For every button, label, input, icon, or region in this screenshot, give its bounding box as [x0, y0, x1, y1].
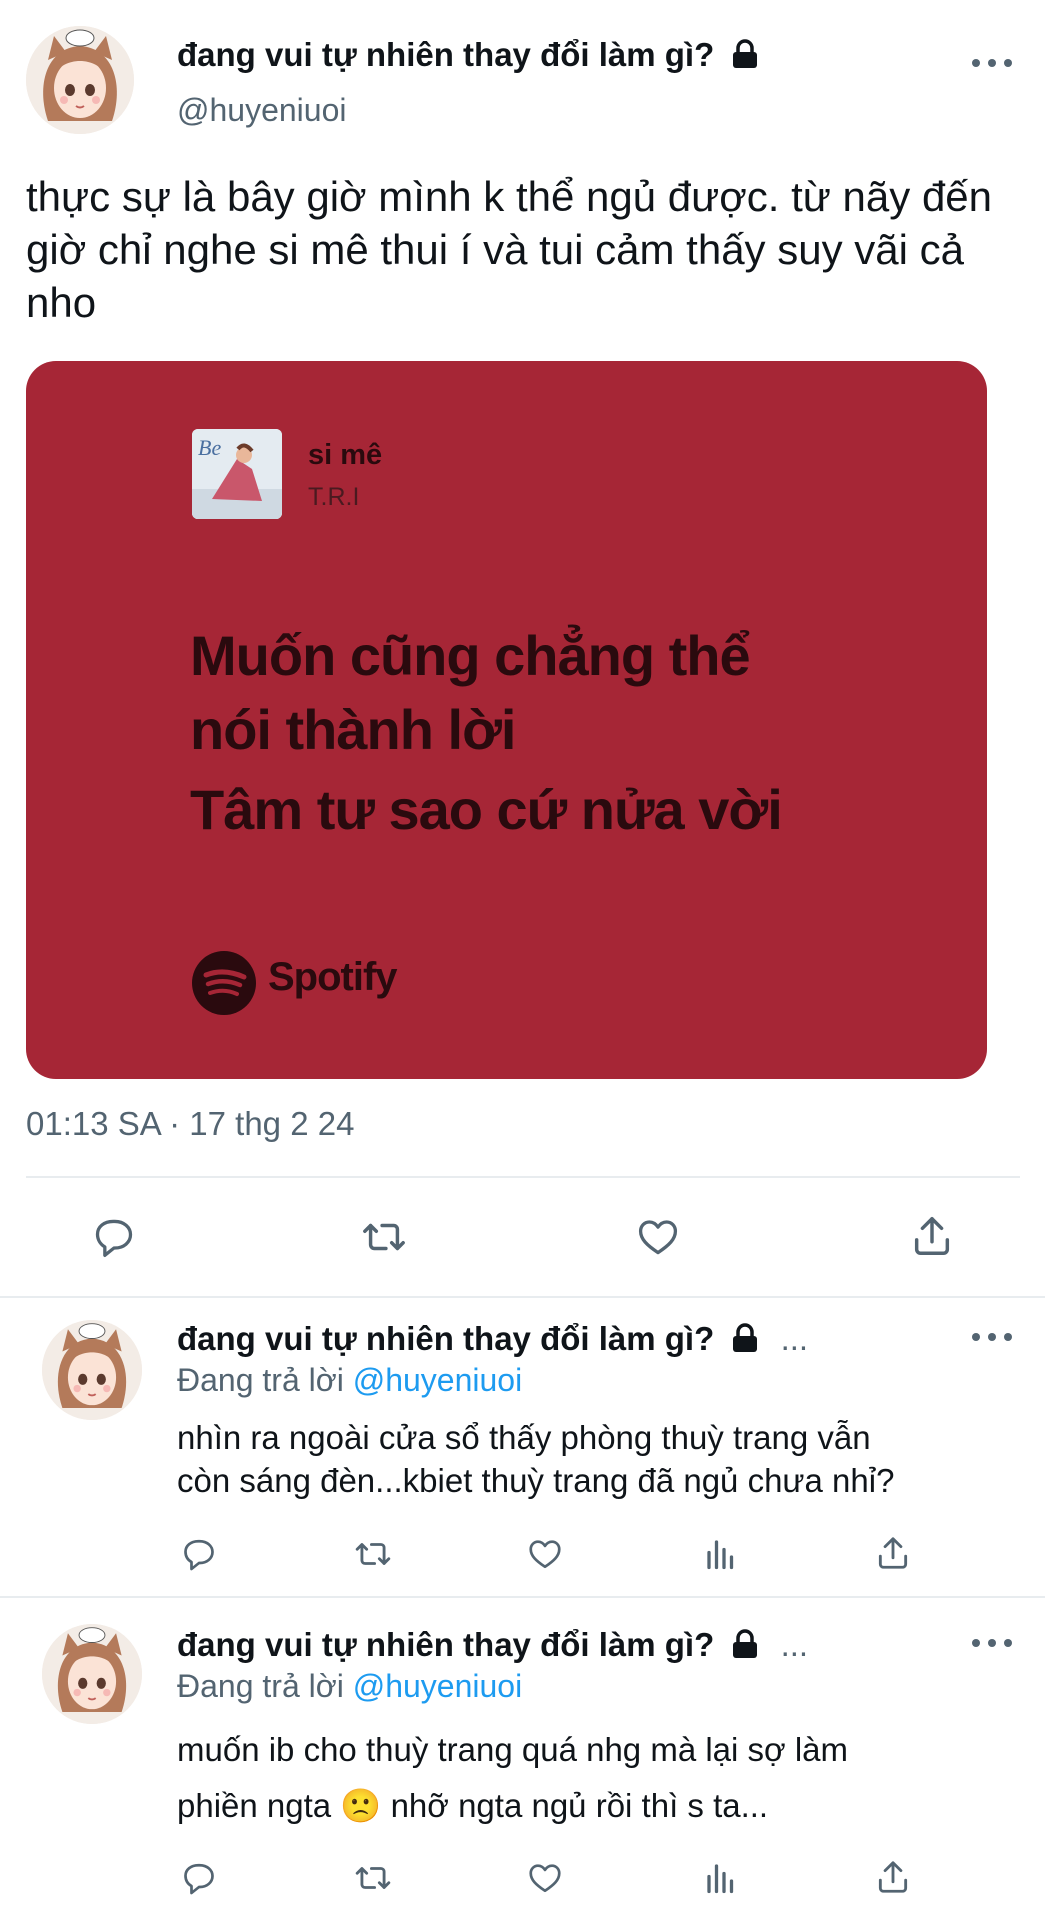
- reply-icon: [184, 1539, 214, 1571]
- share-button[interactable]: [870, 1854, 916, 1900]
- reply-icon: [95, 1219, 133, 1257]
- replying-to: Đang trả lời @huyeniuoi: [177, 1668, 523, 1704]
- views-icon: [707, 1540, 734, 1570]
- lock-icon: [731, 1629, 759, 1667]
- like-icon: [638, 1220, 678, 1255]
- song-title: si mê: [308, 439, 383, 471]
- retweet-button[interactable]: [354, 1212, 414, 1262]
- share-icon: [878, 1861, 908, 1893]
- retweet-button[interactable]: [348, 1532, 398, 1576]
- retweet-icon: [363, 1223, 405, 1251]
- like-button[interactable]: [522, 1532, 568, 1576]
- share-icon: [878, 1537, 908, 1569]
- reply-icon: [184, 1863, 214, 1895]
- album-cover: Be: [192, 429, 282, 519]
- display-name[interactable]: đang vui tự nhiên thay đổi làm gì? ...: [177, 1626, 808, 1667]
- spotify-icon: [192, 951, 256, 1015]
- tweet-text: thực sự là bây giờ mình k thể ngủ được. …: [26, 173, 993, 326]
- views-icon: [707, 1864, 734, 1894]
- like-button[interactable]: [522, 1856, 568, 1900]
- display-name[interactable]: đang vui tự nhiên thay đổi làm gì?: [177, 36, 759, 77]
- lyric-line: nói thành lời: [190, 698, 516, 761]
- divider: [0, 1596, 1045, 1598]
- share-icon: [914, 1217, 950, 1255]
- more-icon[interactable]: [972, 56, 1012, 70]
- replying-to: Đang trả lời @huyeniuoi: [177, 1362, 523, 1398]
- lyric-line: Muốn cũng chẳng thể: [190, 624, 751, 687]
- retweet-icon: [355, 1867, 391, 1889]
- avatar[interactable]: [42, 1624, 142, 1724]
- reply-button[interactable]: [176, 1856, 222, 1900]
- avatar[interactable]: [26, 26, 134, 134]
- divider: [26, 1176, 1020, 1178]
- like-icon: [529, 1864, 561, 1893]
- divider: [0, 1296, 1045, 1298]
- spotify-lyrics-card[interactable]: Be si mê T.R.I Muốn cũng chẳng thể nói t…: [26, 361, 987, 1079]
- lock-icon: [731, 1323, 759, 1361]
- views-button[interactable]: [698, 1532, 744, 1576]
- mention-link[interactable]: @huyeniuoi: [353, 1668, 522, 1704]
- avatar[interactable]: [42, 1320, 142, 1420]
- reply-text: nhìn ra ngoài cửa sổ thấy phòng thuỳ tra…: [177, 1419, 895, 1499]
- mention-link[interactable]: @huyeniuoi: [353, 1362, 522, 1398]
- lock-icon: [731, 39, 759, 77]
- more-icon[interactable]: [972, 1330, 1012, 1344]
- share-button[interactable]: [902, 1210, 962, 1262]
- svg-text:Be: Be: [198, 435, 221, 460]
- spotify-wordmark: Spotify: [268, 955, 398, 999]
- like-icon: [529, 1540, 561, 1569]
- display-name[interactable]: đang vui tự nhiên thay đổi làm gì? ...: [177, 1320, 808, 1361]
- like-button[interactable]: [628, 1212, 688, 1262]
- reply-button[interactable]: [176, 1532, 222, 1576]
- retweet-button[interactable]: [348, 1856, 398, 1900]
- reply-text: muốn ib cho thuỳ trang quá nhg mà lại sợ…: [177, 1731, 849, 1824]
- user-handle[interactable]: @huyeniuoi: [177, 92, 346, 129]
- lyric-line: Tâm tư sao cứ nửa vời: [190, 778, 783, 841]
- views-button[interactable]: [698, 1856, 744, 1900]
- retweet-icon: [355, 1543, 391, 1565]
- more-icon[interactable]: [972, 1636, 1012, 1650]
- reply-button[interactable]: [84, 1212, 144, 1262]
- tweet-timestamp[interactable]: 01:13 SA · 17 thg 2 24: [26, 1105, 354, 1143]
- share-button[interactable]: [870, 1530, 916, 1576]
- song-artist: T.R.I: [308, 483, 360, 511]
